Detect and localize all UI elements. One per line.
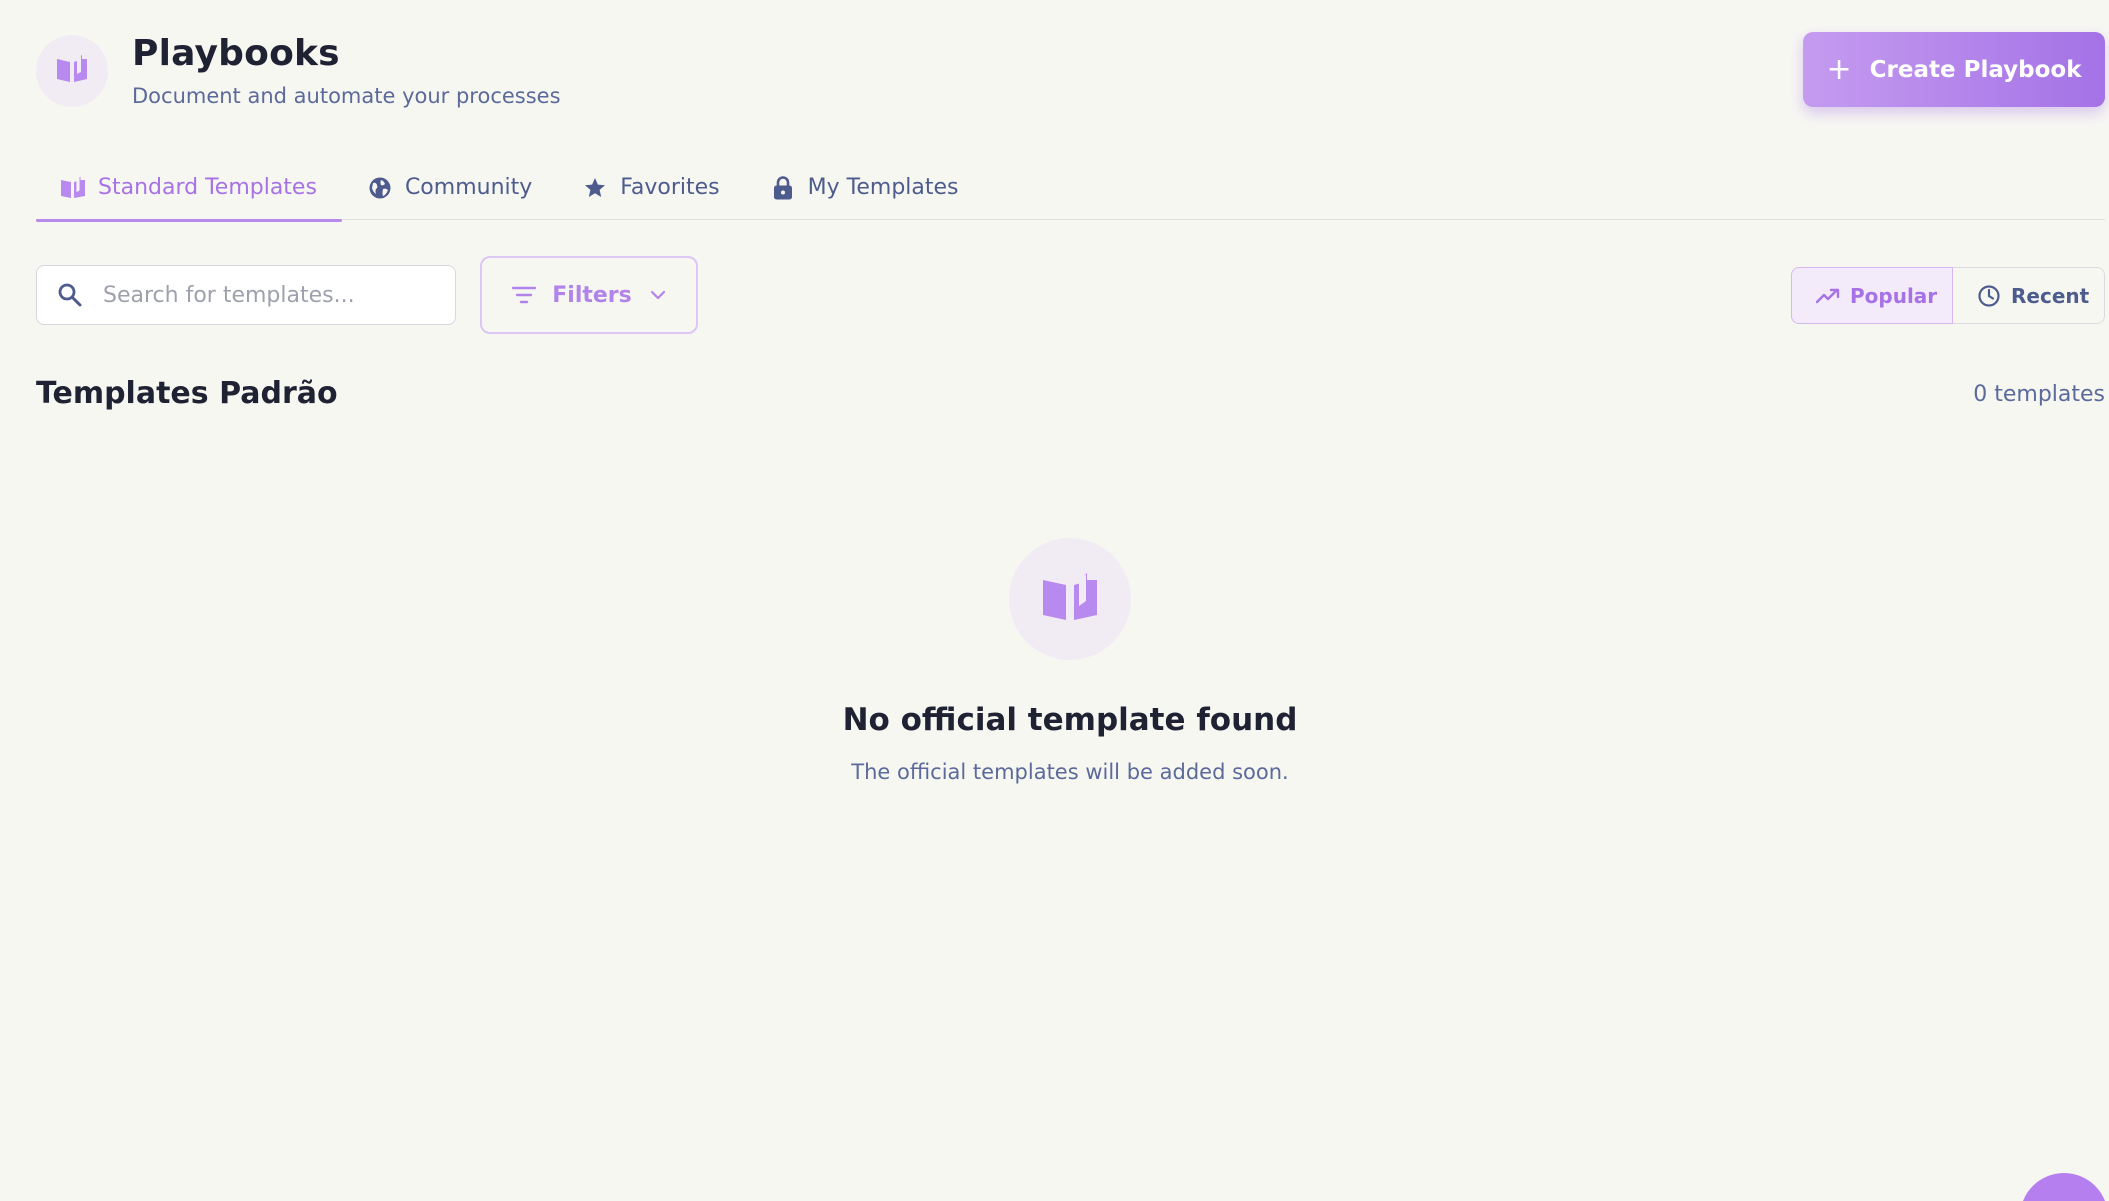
search-input[interactable] xyxy=(101,281,421,309)
header-avatar xyxy=(36,35,108,107)
page-title: Playbooks xyxy=(132,33,340,74)
create-playbook-label: Create Playbook xyxy=(1869,56,2082,83)
template-tabs: Standard Templates Community Favorites M… xyxy=(36,155,2105,222)
section-title: Templates Padrão xyxy=(36,376,338,411)
tab-standard-templates[interactable]: Standard Templates xyxy=(36,155,342,222)
search-box xyxy=(36,265,456,325)
page-subtitle: Document and automate your processes xyxy=(132,84,561,108)
chevron-down-icon xyxy=(650,290,666,300)
filters-button[interactable]: Filters xyxy=(480,256,698,334)
sort-popular-button[interactable]: Popular xyxy=(1791,267,1953,324)
book-open-icon xyxy=(55,54,89,88)
empty-state: No official template found The official … xyxy=(0,538,2109,786)
tab-label: My Templates xyxy=(807,175,959,200)
clock-icon xyxy=(1977,284,2001,308)
tab-label: Community xyxy=(404,175,533,200)
floating-action-button[interactable] xyxy=(2020,1173,2108,1201)
star-icon xyxy=(582,175,608,201)
tab-favorites[interactable]: Favorites xyxy=(557,155,744,220)
empty-state-subtitle: The official templates will be added soo… xyxy=(851,760,1289,784)
playbooks-page: Playbooks Document and automate your pro… xyxy=(0,0,2109,1201)
tab-label: Standard Templates xyxy=(98,175,317,200)
lock-icon xyxy=(770,175,796,201)
sort-toggle-group: Popular Recent xyxy=(1791,267,2105,324)
sort-popular-label: Popular xyxy=(1850,283,1938,308)
sort-recent-label: Recent xyxy=(2011,283,2090,308)
empty-state-icon-circle xyxy=(1009,538,1131,660)
filters-label: Filters xyxy=(552,282,632,308)
tab-my-templates[interactable]: My Templates xyxy=(745,155,984,220)
book-open-icon xyxy=(1041,572,1099,626)
trending-up-icon xyxy=(1816,288,1840,304)
tab-label: Favorites xyxy=(620,175,720,200)
search-icon xyxy=(57,282,83,308)
tab-community[interactable]: Community xyxy=(342,155,557,220)
plus-icon: + xyxy=(1826,51,1852,87)
page-header: Playbooks Document and automate your pro… xyxy=(36,32,561,110)
globe-icon xyxy=(367,175,393,201)
sort-recent-button[interactable]: Recent xyxy=(1953,267,2105,324)
template-count: 0 templates xyxy=(1973,382,2105,407)
empty-state-title: No official template found xyxy=(842,702,1298,738)
filter-icon xyxy=(512,286,537,304)
book-open-icon xyxy=(60,175,86,201)
create-playbook-button[interactable]: + Create Playbook xyxy=(1803,32,2105,107)
